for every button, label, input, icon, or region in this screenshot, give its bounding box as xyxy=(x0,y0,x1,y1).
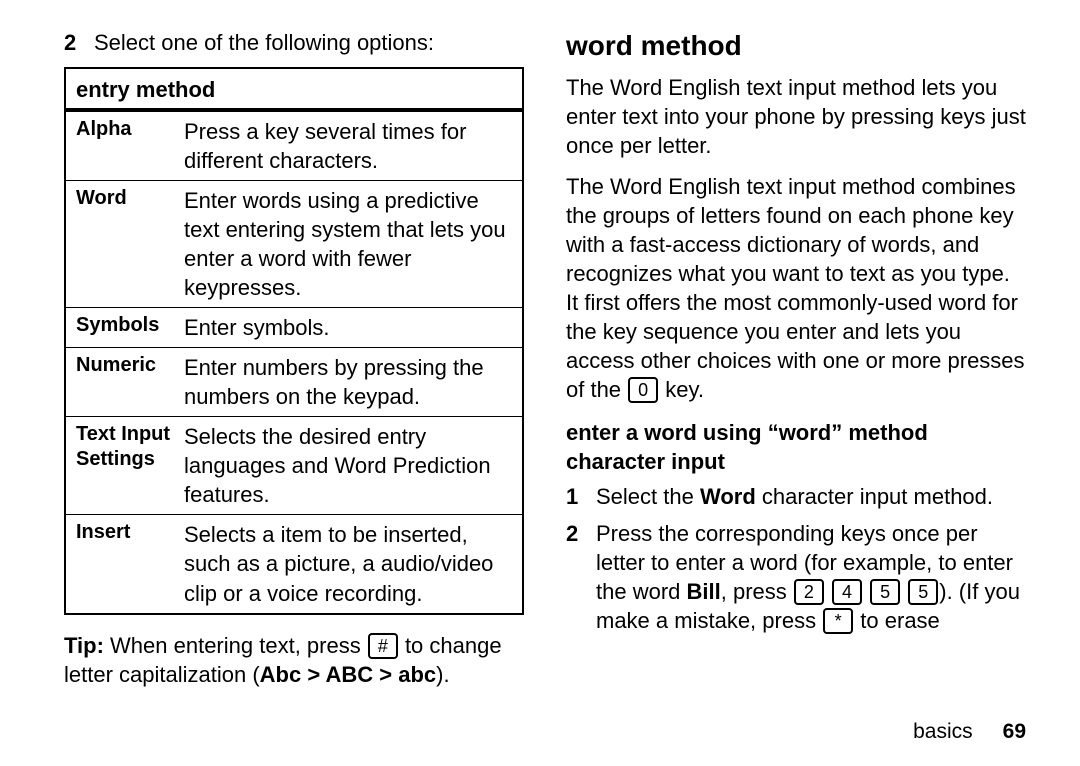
table-row: Text Input Settings Selects the desired … xyxy=(66,417,522,515)
page-footer: basics 69 xyxy=(64,718,1032,746)
left-column: 2 Select one of the following options: e… xyxy=(64,28,524,718)
tip-text-end: ). xyxy=(436,662,449,687)
zero-key-icon: 0 xyxy=(628,377,658,403)
table-row: Alpha Press a key several times for diff… xyxy=(66,112,522,181)
row-desc: Selects the desired entry languages and … xyxy=(184,422,512,509)
step2-bold: Bill xyxy=(687,579,721,604)
right-column: word method The Word English text input … xyxy=(566,28,1028,718)
row-label: Numeric xyxy=(76,353,184,411)
section-heading: word method xyxy=(566,28,1028,65)
table-row: Symbols Enter symbols. xyxy=(66,308,522,348)
step-2-line: 2 Select one of the following options: xyxy=(64,28,524,57)
step1-a: Select the xyxy=(596,484,700,509)
tip-label: Tip: xyxy=(64,633,104,658)
page-number: 69 xyxy=(1003,718,1026,746)
step-body: Select the Word character input method. xyxy=(596,482,993,511)
entry-method-table: entry method Alpha Press a key several t… xyxy=(64,67,524,615)
list-item: 1 Select the Word character input method… xyxy=(566,482,1028,511)
table-row: Word Enter words using a predictive text… xyxy=(66,181,522,308)
manual-page: 2 Select one of the following options: e… xyxy=(0,0,1080,766)
tip-paragraph: Tip: When entering text, press # to chan… xyxy=(64,631,524,689)
table-row: Numeric Enter numbers by pressing the nu… xyxy=(66,348,522,417)
row-desc: Selects a item to be inserted, such as a… xyxy=(184,520,512,607)
p2-text-b: key. xyxy=(659,377,704,402)
step-body: Press the corresponding keys once per le… xyxy=(596,519,1028,635)
subheading: enter a word using “word” method charact… xyxy=(566,418,1028,476)
steps-list: 1 Select the Word character input method… xyxy=(566,482,1028,635)
row-desc: Enter numbers by pressing the numbers on… xyxy=(184,353,512,411)
row-label: Symbols xyxy=(76,313,184,342)
key-5-icon: 5 xyxy=(908,579,938,605)
row-desc: Enter symbols. xyxy=(184,313,512,342)
footer-section: basics xyxy=(913,718,973,746)
row-desc: Enter words using a predictive text ente… xyxy=(184,186,512,302)
step1-b: character input method. xyxy=(756,484,993,509)
table-row: Insert Selects a item to be inserted, su… xyxy=(66,515,522,612)
step-number: 1 xyxy=(566,482,582,511)
step2-d: to erase xyxy=(854,608,940,633)
step-number: 2 xyxy=(64,28,80,57)
step1-bold: Word xyxy=(700,484,756,509)
step2-b: , press xyxy=(721,579,793,604)
key-4-icon: 4 xyxy=(832,579,862,605)
key-2-icon: 2 xyxy=(794,579,824,605)
paragraph-2: The Word English text input method combi… xyxy=(566,172,1028,404)
key-5-icon: 5 xyxy=(870,579,900,605)
row-label: Text Input Settings xyxy=(76,422,184,509)
row-label: Alpha xyxy=(76,117,184,175)
tip-caps-sequence: Abc > ABC > abc xyxy=(260,662,436,687)
row-label: Insert xyxy=(76,520,184,607)
step-text: Select one of the following options: xyxy=(94,28,434,57)
step-number: 2 xyxy=(566,519,582,635)
pound-key-icon: # xyxy=(368,633,398,659)
table-header: entry method xyxy=(66,69,522,112)
tip-text-a: When entering text, press xyxy=(104,633,367,658)
row-desc: Press a key several times for different … xyxy=(184,117,512,175)
row-label: Word xyxy=(76,186,184,302)
star-key-icon: * xyxy=(823,608,853,634)
two-column-layout: 2 Select one of the following options: e… xyxy=(64,28,1032,718)
paragraph-1: The Word English text input method lets … xyxy=(566,73,1028,160)
list-item: 2 Press the corresponding keys once per … xyxy=(566,519,1028,635)
p2-text-a: The Word English text input method combi… xyxy=(566,174,1025,402)
